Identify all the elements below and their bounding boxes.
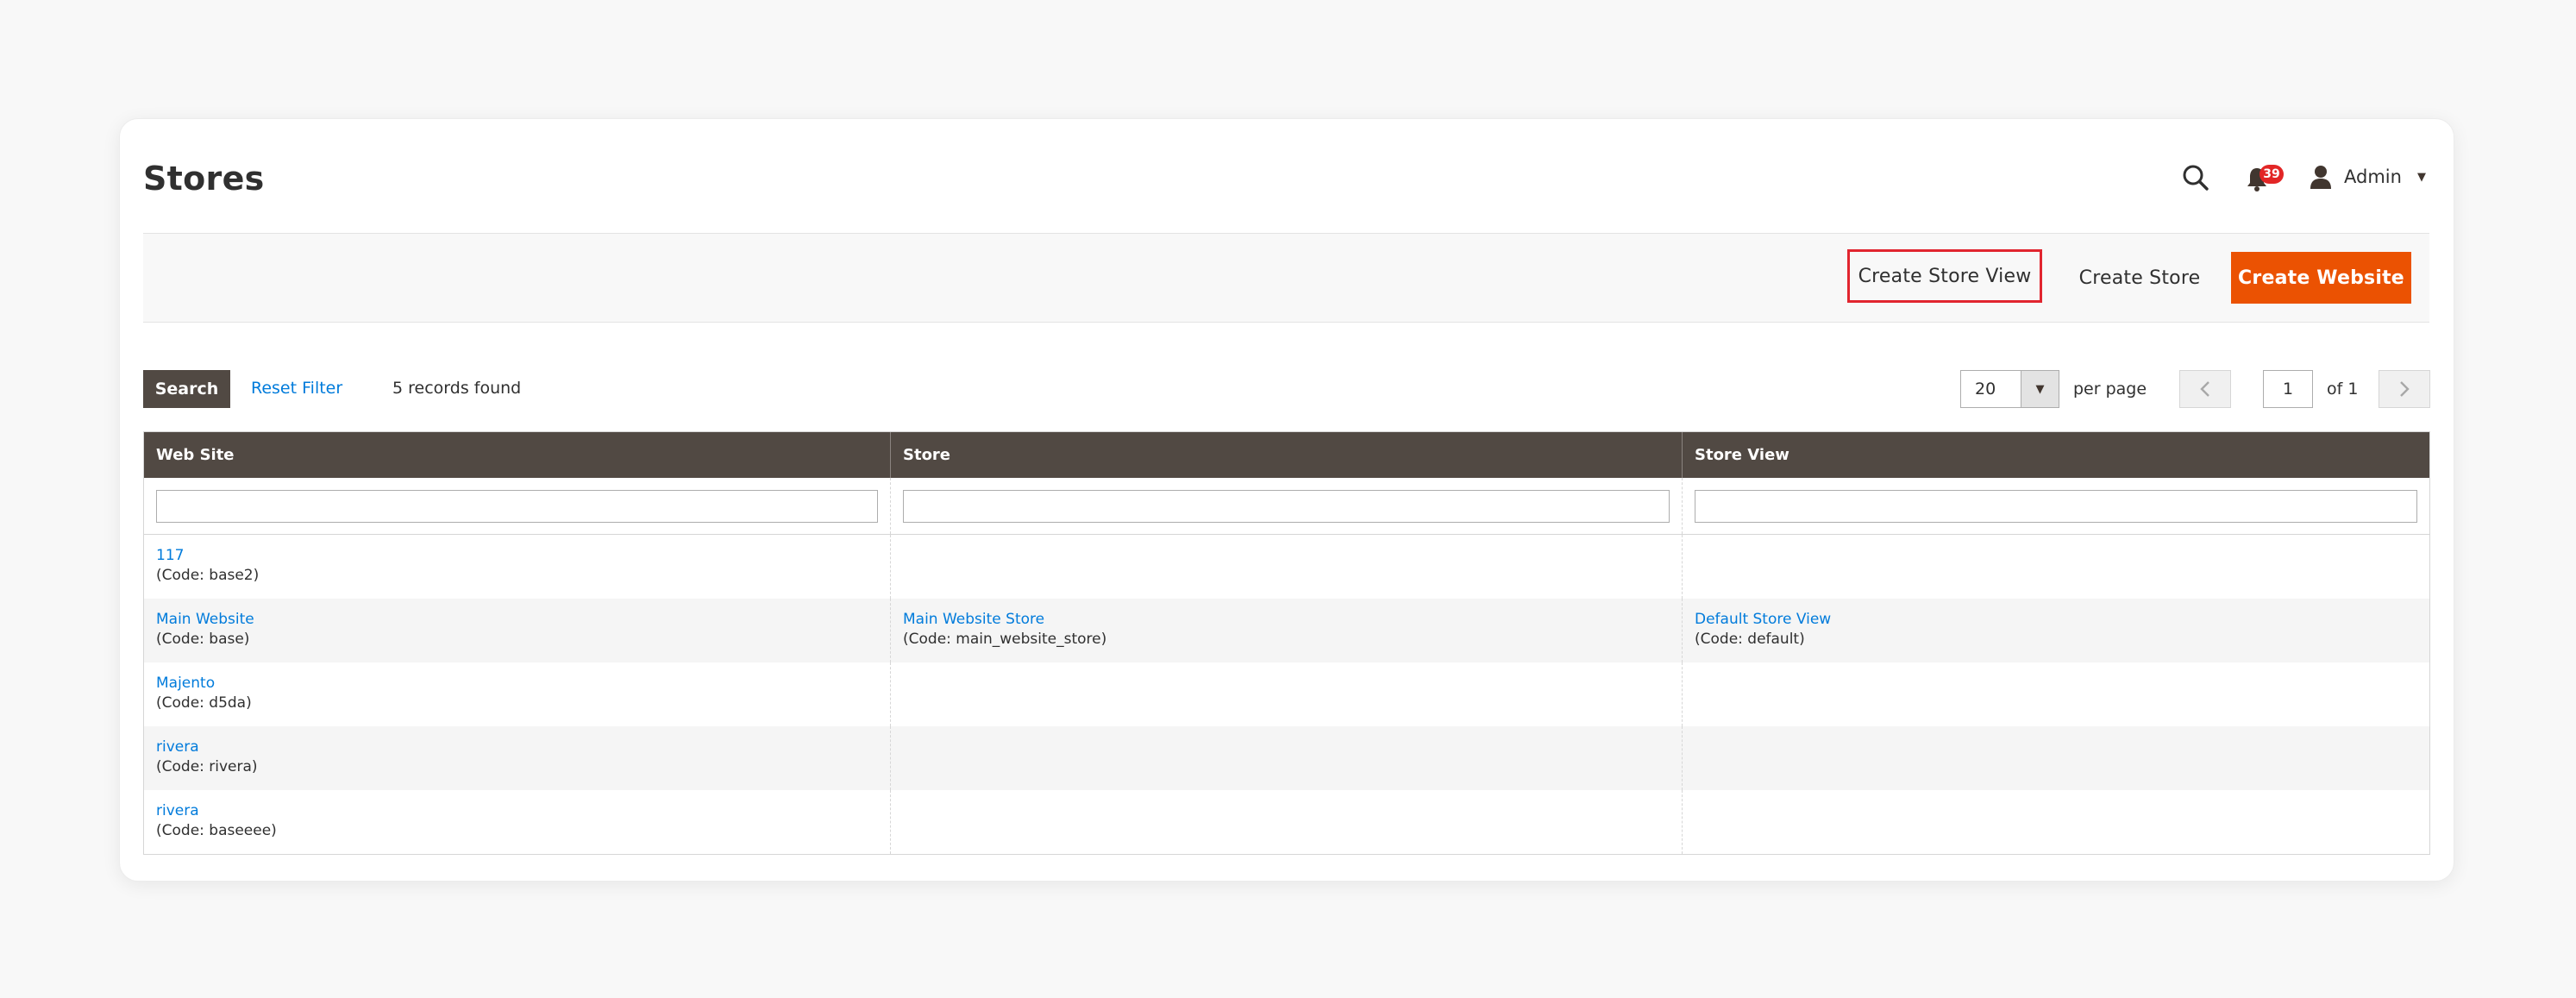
table-row: rivera (Code: rivera) (144, 726, 2429, 790)
store-view-code: (Code: default) (1695, 631, 1805, 648)
admin-user-menu[interactable]: Admin ▼ (2310, 162, 2426, 191)
website-code: (Code: base) (156, 631, 250, 648)
website-code: (Code: base2) (156, 567, 260, 584)
column-header-store[interactable]: Store (891, 432, 1683, 478)
column-header-website[interactable]: Web Site (144, 432, 891, 478)
caret-down-icon: ▼ (2416, 170, 2426, 184)
grid-header: Web Site Store Store View (144, 432, 2429, 478)
website-code: (Code: rivera) (156, 758, 258, 775)
store-view-filter-input[interactable] (1695, 489, 2417, 523)
page-title: Stores (143, 160, 265, 198)
store-filter-input[interactable] (903, 489, 1670, 523)
per-page-select[interactable]: 20 ▼ (1960, 370, 2059, 408)
website-link[interactable]: 117 (156, 547, 184, 564)
create-website-button[interactable]: Create Website (2231, 252, 2411, 304)
create-store-button[interactable]: Create Store (2059, 251, 2220, 304)
website-link[interactable]: rivera (156, 802, 199, 819)
website-link[interactable]: rivera (156, 738, 199, 756)
create-store-view-button[interactable]: Create Store View (1847, 249, 2042, 303)
website-link[interactable]: Main Website (156, 611, 254, 628)
table-row: Main Website (Code: base) Main Website St… (144, 599, 2429, 662)
store-link[interactable]: Main Website Store (903, 611, 1044, 628)
search-button[interactable]: Search (143, 370, 230, 408)
table-row: Majento (Code: d5da) (144, 662, 2429, 726)
current-page-input[interactable] (2263, 370, 2313, 408)
user-name: Admin (2344, 166, 2402, 187)
previous-page-button[interactable] (2179, 370, 2231, 408)
stores-grid: Web Site Store Store View 117 (Code: base… (143, 431, 2430, 855)
filter-row (144, 478, 2429, 535)
table-row: rivera (Code: baseeee) (144, 790, 2429, 854)
chevron-right-icon (2400, 381, 2410, 397)
column-header-store-view[interactable]: Store View (1683, 432, 2429, 478)
search-icon[interactable] (2182, 164, 2209, 191)
store-code: (Code: main_website_store) (903, 631, 1107, 648)
reset-filter-link[interactable]: Reset Filter (251, 379, 342, 398)
user-icon (2310, 166, 2331, 189)
total-pages: of 1 (2327, 380, 2359, 399)
per-page-value: 20 (1975, 380, 1996, 399)
records-found: 5 records found (392, 379, 522, 398)
caret-down-icon: ▼ (2021, 371, 2059, 407)
notifications-badge: 39 (2259, 165, 2284, 184)
chevron-left-icon (2200, 381, 2209, 397)
website-link[interactable]: Majento (156, 675, 215, 692)
website-code: (Code: baseeee) (156, 822, 277, 839)
website-code: (Code: d5da) (156, 694, 252, 712)
website-filter-input[interactable] (156, 489, 878, 523)
table-row: 117 (Code: base2) (144, 535, 2429, 599)
per-page-label: per page (2073, 380, 2147, 399)
store-view-link[interactable]: Default Store View (1695, 611, 1831, 628)
next-page-button[interactable] (2379, 370, 2430, 408)
